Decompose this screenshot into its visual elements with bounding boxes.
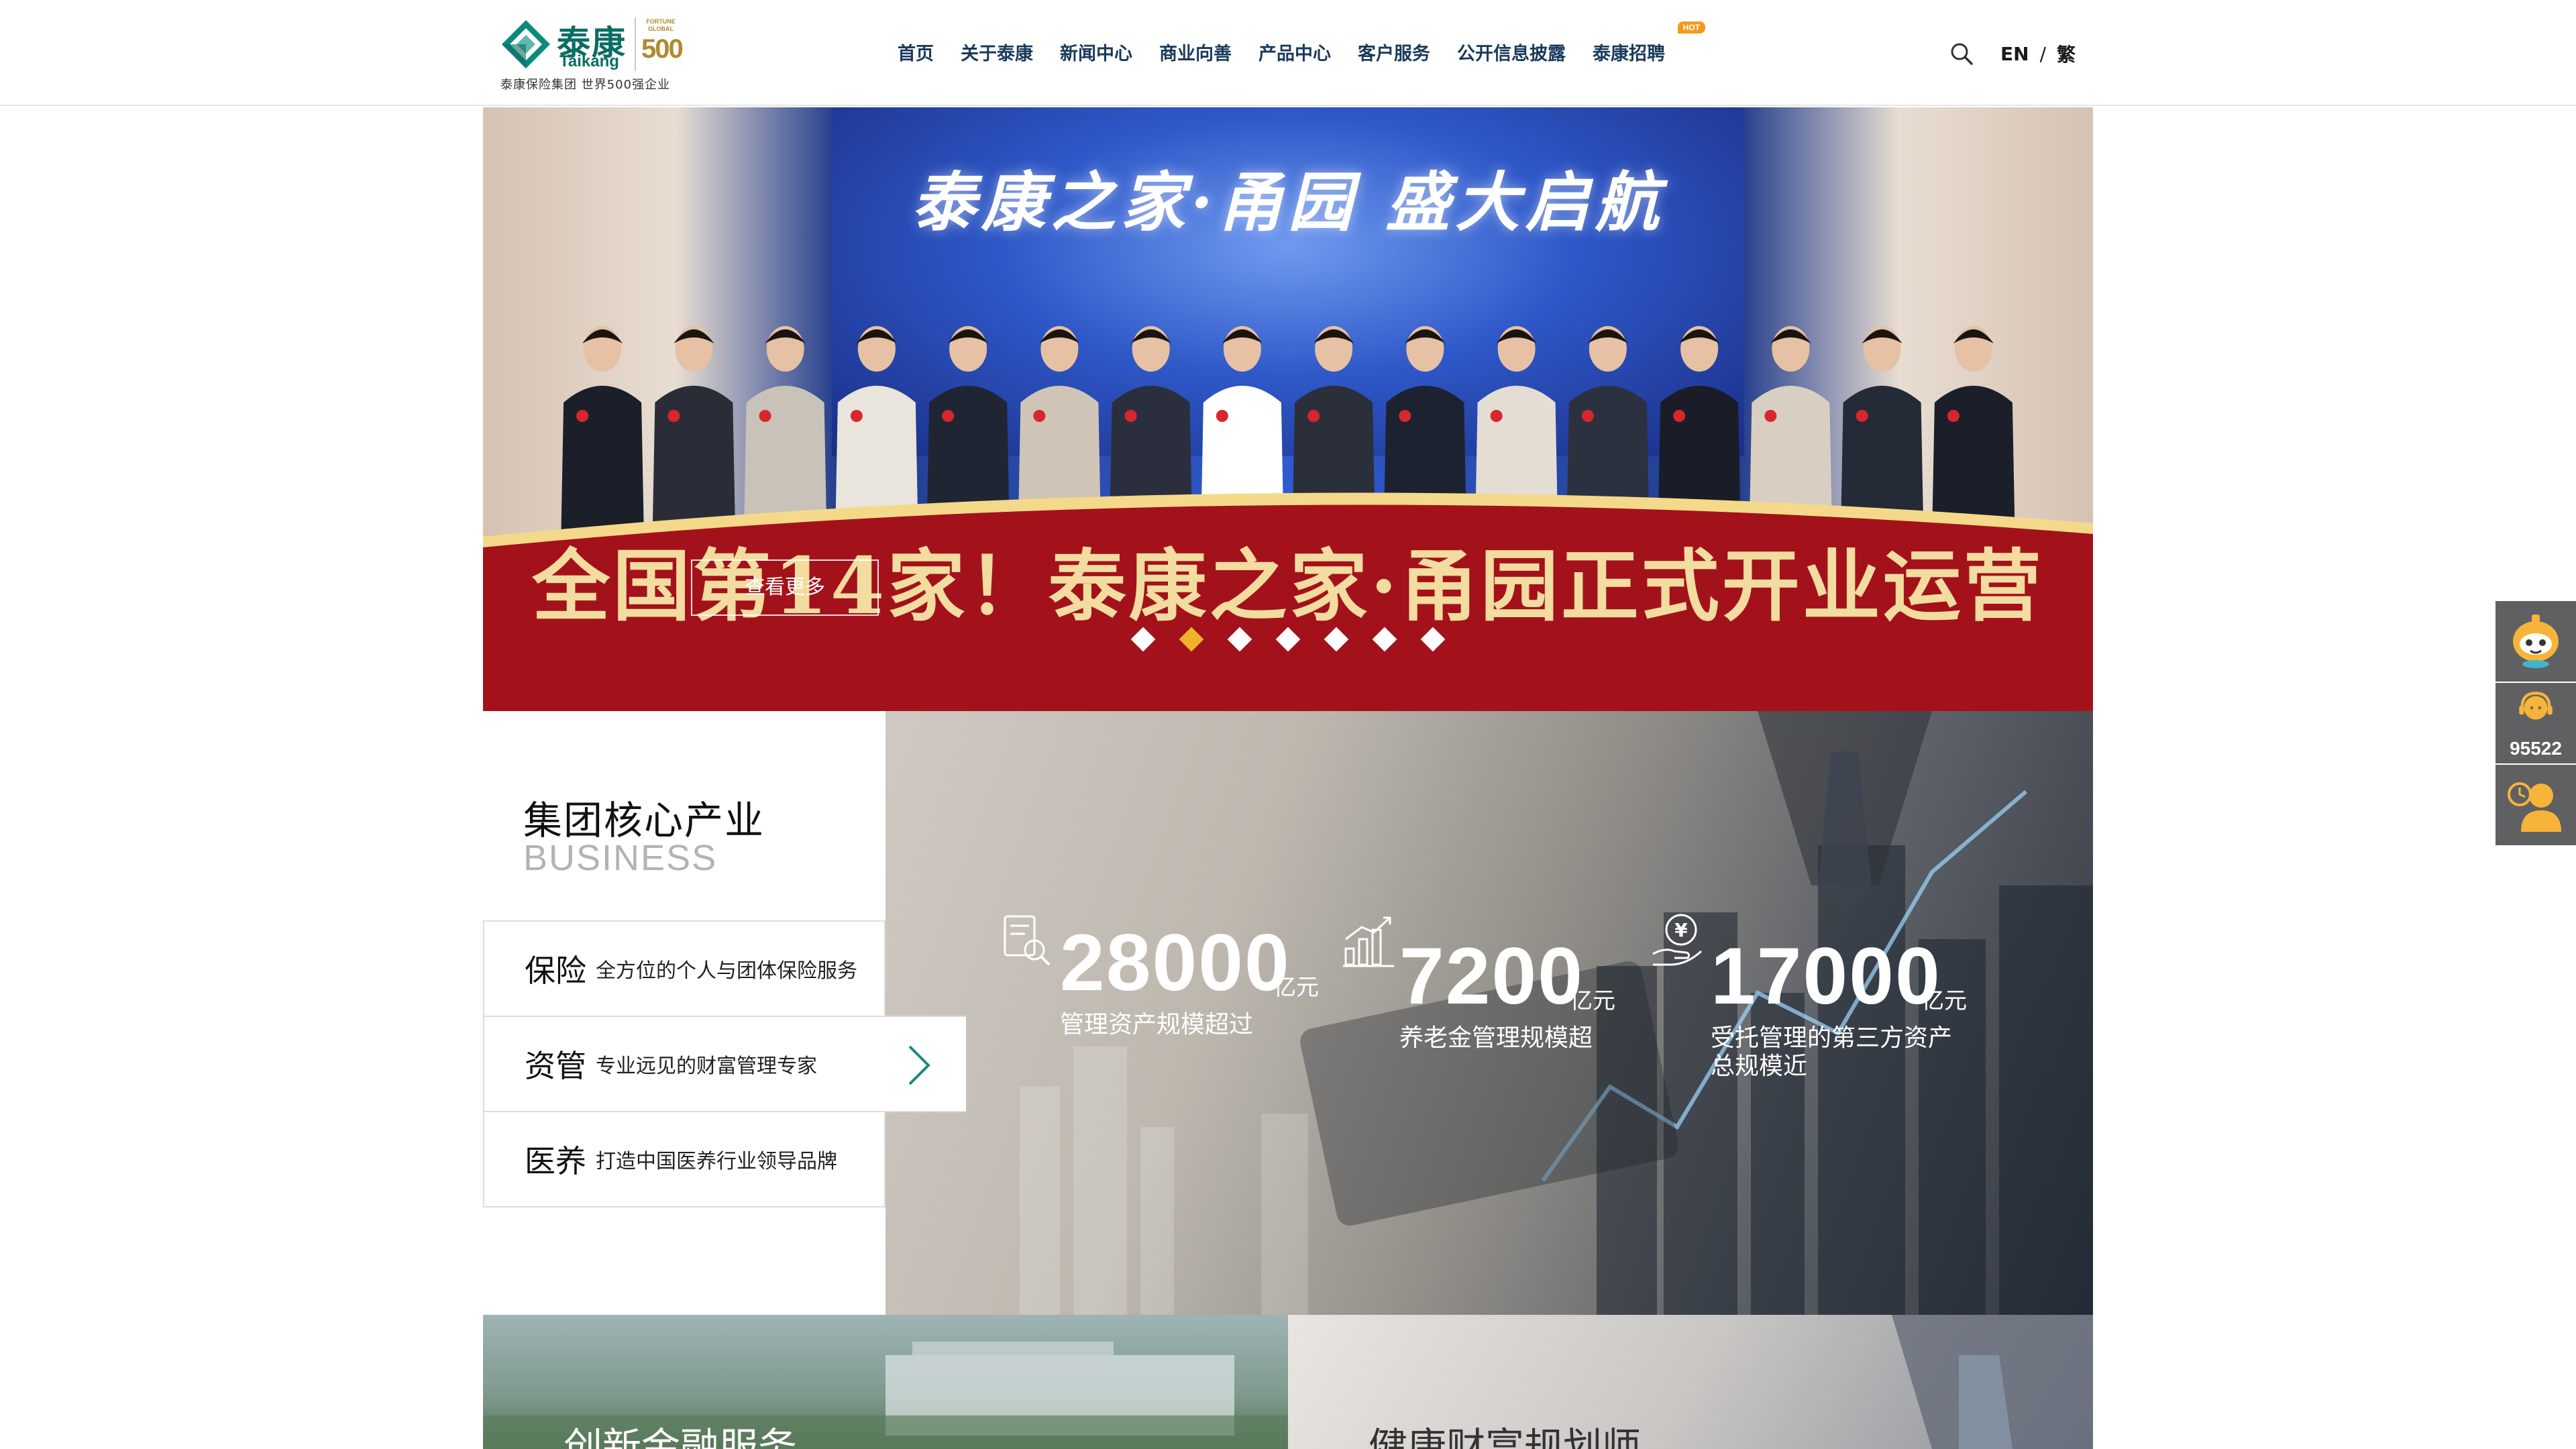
carousel-dot[interactable] <box>1227 627 1252 652</box>
taikang-diamond-logo-icon <box>502 20 550 68</box>
svg-text:¥: ¥ <box>1674 919 1688 941</box>
carousel-dot[interactable] <box>1372 627 1397 652</box>
business-item-desc: 打造中国医养行业领导品牌 <box>596 1150 837 1173</box>
corsage <box>1216 410 1228 422</box>
carousel-dot[interactable] <box>1130 627 1156 652</box>
carousel-dot-active[interactable] <box>1179 627 1204 652</box>
corsage <box>1307 410 1320 422</box>
customer-service-icon <box>2519 692 2553 720</box>
nav-item-customer-service[interactable]: 客户服务 <box>1358 39 1430 65</box>
hotline-number: 95522 <box>2510 738 2562 759</box>
stat-label-line1: 受托管理的第三方资产 <box>1711 1024 1953 1052</box>
nav-item-about[interactable]: 关于泰康 <box>961 39 1033 65</box>
business-item-title: 医养 <box>525 1143 586 1179</box>
carousel-dots <box>483 627 2093 652</box>
lang-english[interactable]: EN <box>2000 43 2029 65</box>
corsage <box>1947 410 1960 422</box>
robot-assistant-icon <box>2513 614 2559 668</box>
fortune-number: 500 <box>641 34 684 64</box>
logo-subtitle: 泰康保险集团 世界500强企业 <box>500 78 671 92</box>
hero-carousel[interactable]: 泰康之家·甬园 盛大启航 全国第14家！泰康之家·甬园正式开业运营 查看更多 <box>483 107 2093 711</box>
corsage <box>1124 410 1137 422</box>
chevron-right-icon <box>908 1045 930 1085</box>
corsage <box>1673 410 1686 422</box>
stat-label-line2: 总规模近 <box>1711 1053 1808 1080</box>
stat-value: 17000 <box>1711 931 1941 1021</box>
fortune-500-badge: FORTUNE GLOBAL 500 <box>641 17 684 74</box>
stat-pension-management: 7200 亿元 养老金管理规模超 <box>1342 912 1650 1060</box>
nav-item-products[interactable]: 产品中心 <box>1258 39 1331 65</box>
carousel-dot[interactable] <box>1420 627 1446 652</box>
hot-badge: HOT <box>1677 21 1705 34</box>
nav-item-news[interactable]: 新闻中心 <box>1060 39 1132 65</box>
stat-value: 7200 <box>1399 931 1584 1021</box>
corsage <box>1581 410 1594 422</box>
lang-traditional-chinese[interactable]: 繁 <box>2057 40 2076 67</box>
card-title: 创新金融服务 <box>564 1424 798 1449</box>
language-switcher: EN / 繁 <box>2000 40 2076 67</box>
yuan-hand-icon: ¥ <box>1652 914 1703 966</box>
card-wealth-planner[interactable]: 健康财富规划师 <box>1288 1315 2093 1449</box>
business-item-desc: 全方位的个人与团体保险服务 <box>596 959 857 983</box>
logo-english-name: Taikang <box>559 52 619 70</box>
nav-item-social-good[interactable]: 商业向善 <box>1159 39 1232 65</box>
stat-assets-under-management: 28000 亿元 管理资产规模超过 <box>1000 912 1335 1060</box>
corsage <box>850 410 863 422</box>
corsage <box>1856 410 1868 422</box>
main-nav: 首页 关于泰康 新闻中心 商业向善 产品中心 客户服务 公开信息披露 泰康招聘 … <box>898 21 1705 65</box>
business-item-title: 保险 <box>525 953 586 989</box>
corsage <box>759 410 771 422</box>
corsage <box>667 410 680 422</box>
stat-unit: 亿元 <box>1921 987 1967 1014</box>
stat-label: 养老金管理规模超 <box>1399 1024 1593 1052</box>
card-financial-services[interactable]: 创新金融服务 <box>483 1315 1288 1449</box>
advisor-button[interactable] <box>2496 765 2576 845</box>
view-more-button[interactable]: 查看更多 <box>691 559 879 616</box>
nav-item-home[interactable]: 首页 <box>898 39 934 65</box>
corsage <box>1033 410 1046 422</box>
stat-label: 管理资产规模超过 <box>1060 1011 1254 1038</box>
corsage <box>1764 410 1777 422</box>
corsage <box>1490 410 1503 422</box>
stage-title: 泰康之家·甬园 盛大启航 <box>911 164 1665 240</box>
stat-unit: 亿元 <box>1570 987 1615 1014</box>
business-item-insurance[interactable]: 保险 全方位的个人与团体保险服务 <box>483 920 885 1017</box>
carousel-dot[interactable] <box>1275 627 1301 652</box>
business-item-desc: 专业远见的财富管理专家 <box>596 1055 817 1078</box>
business-item-title: 资管 <box>525 1048 586 1084</box>
chatbot-button[interactable] <box>2496 601 2576 682</box>
business-item-healthcare[interactable]: 医养 打造中国医养行业领导品牌 <box>483 1111 885 1208</box>
nav-item-careers[interactable]: 泰康招聘 HOT <box>1593 21 1705 65</box>
nav-item-disclosure[interactable]: 公开信息披露 <box>1457 39 1566 65</box>
hotline-button[interactable]: 95522 <box>2496 683 2576 763</box>
section-subtitle: BUSINESS <box>523 838 718 878</box>
nav-item-careers-label: 泰康招聘 <box>1593 44 1665 64</box>
stat-unit: 亿元 <box>1273 974 1319 1001</box>
global-label: GLOBAL <box>648 25 674 32</box>
search-icon[interactable] <box>1948 40 1975 67</box>
corsage <box>942 410 955 422</box>
lang-separator: / <box>2039 42 2046 65</box>
stat-third-party-assets: ¥ 17000 亿元 受托管理的第三方资产 总规模近 <box>1650 912 1999 1087</box>
corsage <box>576 410 589 422</box>
card-title: 健康财富规划师 <box>1368 1424 1642 1449</box>
business-section: 28000 亿元 管理资产规模超过 7200 亿元 养老金管理规模超 ¥ 170… <box>483 711 2093 1315</box>
bar-chart-icon <box>1343 916 1394 967</box>
carousel-dot[interactable] <box>1324 627 1349 652</box>
advisor-icon <box>2508 782 2561 832</box>
document-search-icon <box>1004 915 1051 966</box>
logo-divider <box>635 17 636 71</box>
business-background-image: 28000 亿元 管理资产规模超过 7200 亿元 养老金管理规模超 ¥ 170… <box>885 711 2093 1315</box>
business-item-asset-management[interactable]: 资管 专业远见的财富管理专家 <box>483 1016 966 1112</box>
corsage <box>1399 410 1411 422</box>
taikang-logo[interactable]: 泰康 Taikang FORTUNE GLOBAL 500 泰康保险集团 世界5… <box>498 13 686 94</box>
floating-side-toolbar: 95522 <box>2496 601 2576 847</box>
site-header: 泰康 Taikang FORTUNE GLOBAL 500 泰康保险集团 世界5… <box>0 0 2576 106</box>
fortune-label: FORTUNE <box>646 18 676 25</box>
stat-value: 28000 <box>1060 918 1291 1008</box>
feature-cards: 创新金融服务 健康财富规划师 <box>483 1315 2093 1449</box>
